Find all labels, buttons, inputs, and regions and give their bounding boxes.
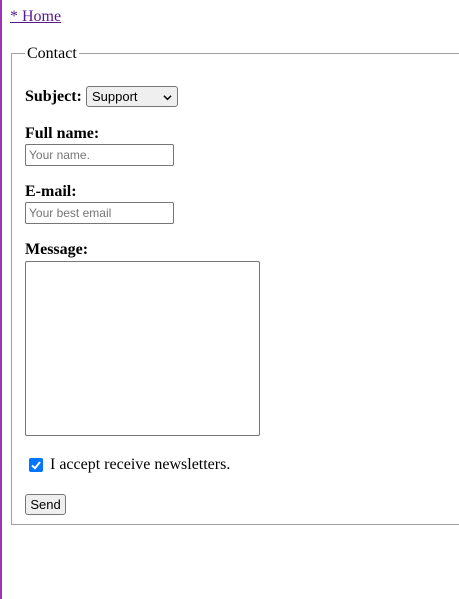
chevron-down-icon	[163, 95, 172, 101]
email-field[interactable]	[25, 202, 174, 224]
email-label: E-mail:	[25, 183, 77, 200]
message-textarea[interactable]	[25, 261, 260, 436]
checkmark-icon	[31, 461, 41, 470]
full-name-label: Full name:	[25, 125, 100, 142]
newsletter-checkbox[interactable]	[29, 458, 43, 472]
send-button[interactable]: Send	[25, 494, 66, 515]
home-link[interactable]: * Home	[10, 8, 61, 26]
newsletter-label: I accept receive newsletters.	[50, 456, 231, 473]
message-label: Message:	[25, 241, 89, 258]
page-left-border	[0, 0, 2, 599]
contact-legend: Contact	[25, 45, 79, 63]
full-name-field[interactable]	[25, 144, 174, 166]
subject-select[interactable]: Support	[86, 86, 178, 107]
page: * Home Contact Subject: Support Full nam…	[0, 0, 459, 599]
subject-label: Subject:	[25, 88, 82, 105]
subject-select-value: Support	[92, 89, 138, 104]
